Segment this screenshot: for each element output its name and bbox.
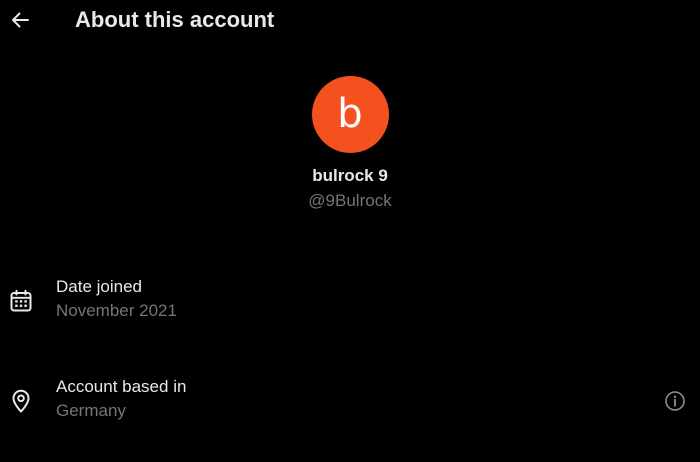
- account-based-in-label: Account based in: [56, 377, 187, 396]
- info-icon: [664, 390, 686, 412]
- account-based-in-row: Account based in Germany: [0, 376, 700, 432]
- avatar-letter: b: [337, 90, 363, 137]
- date-joined-value: November 2021: [56, 301, 177, 320]
- info-button[interactable]: [662, 388, 688, 414]
- date-joined-text: Date joined November 2021: [56, 276, 177, 322]
- location-pin-icon: [8, 388, 34, 414]
- account-based-in-value: Germany: [56, 401, 126, 420]
- account-based-in-text: Account based in Germany: [56, 376, 186, 422]
- page-title: About this account: [75, 7, 275, 32]
- arrow-left-icon: [10, 10, 30, 30]
- account-handle: @9Bulrock: [308, 191, 392, 210]
- avatar[interactable]: b: [311, 76, 389, 153]
- header: About this account: [0, 0, 700, 42]
- calendar-icon: [8, 288, 34, 314]
- date-joined-label: Date joined: [56, 277, 143, 296]
- profile-summary: b bulrock 9 @9Bulrock: [0, 76, 700, 212]
- date-joined-row: Date joined November 2021: [0, 276, 700, 332]
- display-name: bulrock 9: [312, 166, 388, 185]
- back-button[interactable]: [6, 6, 34, 34]
